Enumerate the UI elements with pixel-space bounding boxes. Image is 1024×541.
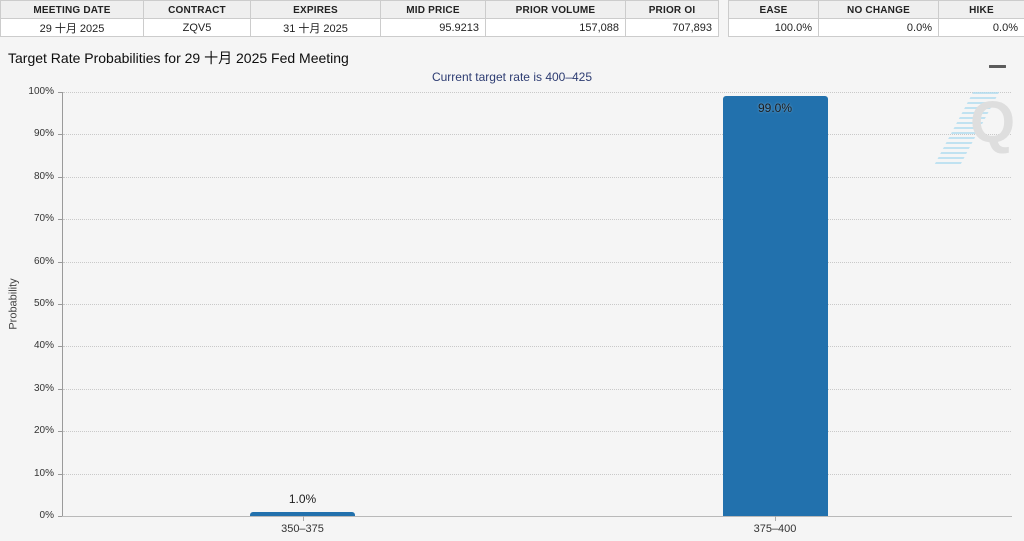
probability-bar-chart: 0%10%20%30%40%50%60%70%80%90%100%1.0%350…: [63, 92, 1011, 516]
current-target-rate-subtitle: Current target rate is 400–425: [0, 70, 1024, 84]
y-tick-label: 100%: [2, 86, 54, 97]
contract-summary-table: MEETING DATE CONTRACT EXPIRES MID PRICE …: [0, 0, 719, 37]
col-hike: HIKE: [939, 1, 1024, 19]
y-tick-mark: [58, 219, 62, 220]
gridline: [63, 92, 1011, 93]
table-header-row: EASE NO CHANGE HIKE: [729, 1, 1024, 19]
expires-value: 31 十月 2025: [251, 19, 381, 37]
ease-value: 100.0%: [729, 19, 819, 37]
prior-volume-value: 157,088: [486, 19, 626, 37]
gridline: [63, 177, 1011, 178]
gridline: [63, 474, 1011, 475]
y-tick-label: 10%: [2, 468, 54, 479]
table-value-row: 100.0% 0.0% 0.0%: [729, 19, 1024, 37]
y-tick-mark: [58, 474, 62, 475]
col-no-change: NO CHANGE: [819, 1, 939, 19]
y-tick-mark: [58, 262, 62, 263]
x-tick-mark: [303, 516, 304, 521]
move-probability-table: EASE NO CHANGE HIKE 100.0% 0.0% 0.0%: [728, 0, 1024, 37]
hike-value: 0.0%: [939, 19, 1024, 37]
fedwatch-page: { "tables": { "left": { "columns": [ {"l…: [0, 0, 1024, 541]
x-axis-line: [62, 516, 1012, 517]
y-tick-mark: [58, 134, 62, 135]
col-mid-price: MID PRICE: [381, 1, 486, 19]
col-meeting-date: MEETING DATE: [1, 1, 144, 19]
x-category-label: 350–375: [243, 523, 363, 535]
bar-value-label: 1.0%: [248, 492, 358, 506]
bar-value-label: 99.0%: [720, 101, 830, 115]
probability-bar: [723, 96, 828, 516]
prior-oi-value: 707,893: [626, 19, 719, 37]
gridline: [63, 346, 1011, 347]
col-prior-oi: PRIOR OI: [626, 1, 719, 19]
contract-value: ZQV5: [144, 19, 251, 37]
x-tick-mark: [775, 516, 776, 521]
col-contract: CONTRACT: [144, 1, 251, 19]
x-category-label: 375–400: [715, 523, 835, 535]
table-value-row: 29 十月 2025 ZQV5 31 十月 2025 95.9213 157,0…: [1, 19, 719, 37]
gridline: [63, 431, 1011, 432]
no-change-value: 0.0%: [819, 19, 939, 37]
y-tick-mark: [58, 516, 62, 517]
meeting-date-value: 29 十月 2025: [1, 19, 144, 37]
gridline: [63, 134, 1011, 135]
y-tick-mark: [58, 304, 62, 305]
y-tick-mark: [58, 177, 62, 178]
y-tick-label: 50%: [2, 298, 54, 309]
hamburger-menu-icon[interactable]: [988, 50, 1012, 70]
menu-bar: [989, 65, 1006, 68]
table-header-row: MEETING DATE CONTRACT EXPIRES MID PRICE …: [1, 1, 719, 19]
gridline: [63, 219, 1011, 220]
y-tick-mark: [58, 389, 62, 390]
col-ease: EASE: [729, 1, 819, 19]
gridline: [63, 304, 1011, 305]
y-tick-mark: [58, 346, 62, 347]
y-tick-label: 60%: [2, 256, 54, 267]
y-tick-mark: [58, 431, 62, 432]
gridline: [63, 262, 1011, 263]
chart-title: Target Rate Probabilities for 29 十月 2025…: [8, 48, 349, 68]
mid-price-value: 95.9213: [381, 19, 486, 37]
y-tick-label: 40%: [2, 340, 54, 351]
y-tick-label: 90%: [2, 128, 54, 139]
y-tick-label: 80%: [2, 171, 54, 182]
y-tick-label: 30%: [2, 383, 54, 394]
y-tick-mark: [58, 92, 62, 93]
y-tick-label: 0%: [2, 510, 54, 521]
gridline: [63, 389, 1011, 390]
y-tick-label: 70%: [2, 213, 54, 224]
y-tick-label: 20%: [2, 425, 54, 436]
col-prior-volume: PRIOR VOLUME: [486, 1, 626, 19]
col-expires: EXPIRES: [251, 1, 381, 19]
